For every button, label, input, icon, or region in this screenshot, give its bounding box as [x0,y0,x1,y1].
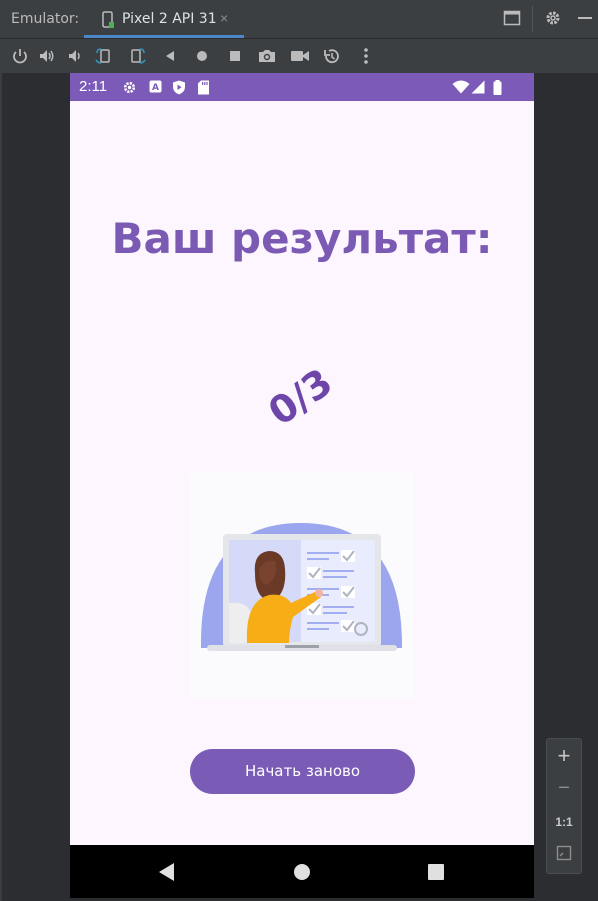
emulator-left-edge [0,73,2,901]
zoom-actual-size-button[interactable]: 1:1 [547,815,581,829]
settings-gear-icon [122,80,137,100]
navigation-bar [70,845,534,898]
video-icon[interactable] [290,47,309,65]
rotate-left-icon[interactable] [95,47,113,65]
active-tab-indicator [84,35,244,38]
toolbar-divider [532,6,533,32]
back-icon[interactable] [161,47,179,65]
camera-icon[interactable] [257,47,275,65]
overview-icon[interactable] [226,47,244,65]
emulator-label: Emulator: [11,11,80,27]
emulator-tab-bar: Emulator: Pixel 2 API 31 × [0,0,598,39]
zoom-panel: + − 1:1 [546,738,582,874]
status-time: 2:11 [79,78,108,95]
zoom-in-button[interactable]: + [547,743,581,769]
minimize-icon[interactable] [577,9,593,32]
score-value: 0/3 [260,359,341,435]
power-icon[interactable] [11,47,29,65]
device-screen: 2:11 A Ваш результат: 0/3 Начать заново [70,73,534,898]
close-tab-icon[interactable]: × [220,10,228,26]
wifi-icon [452,80,470,99]
phone-icon [101,11,115,34]
settings-gear-icon[interactable] [544,9,562,32]
result-title: Ваш результат: [111,214,493,263]
restart-button[interactable]: Начать заново [190,749,415,794]
more-icon[interactable] [357,47,375,65]
nav-back-icon[interactable] [158,862,176,887]
window-layout-icon[interactable] [503,9,521,32]
emulator-left-gutter [0,73,70,901]
cell-signal-icon [471,80,485,99]
zoom-fit-icon[interactable] [547,845,581,866]
volume-up-icon[interactable] [38,47,56,65]
home-icon[interactable] [193,47,211,65]
device-tab-title: Pixel 2 API 31 [122,11,217,27]
sd-card-icon [197,80,210,100]
snapshot-icon[interactable] [322,47,340,65]
shield-play-icon [172,80,186,100]
device-tab[interactable]: Pixel 2 API 31 × [84,0,244,38]
volume-down-icon[interactable] [66,47,84,65]
zoom-out-button[interactable]: − [547,777,581,800]
status-bar: 2:11 A [70,73,534,101]
nav-home-icon[interactable] [293,862,311,887]
emulator-toolbar [0,39,598,73]
svg-text:A: A [152,83,159,93]
quiz-result-illustration [189,473,414,698]
nav-overview-icon[interactable] [427,862,445,887]
battery-icon [493,80,502,100]
app-a-icon: A [149,80,162,98]
rotate-right-icon[interactable] [128,47,146,65]
